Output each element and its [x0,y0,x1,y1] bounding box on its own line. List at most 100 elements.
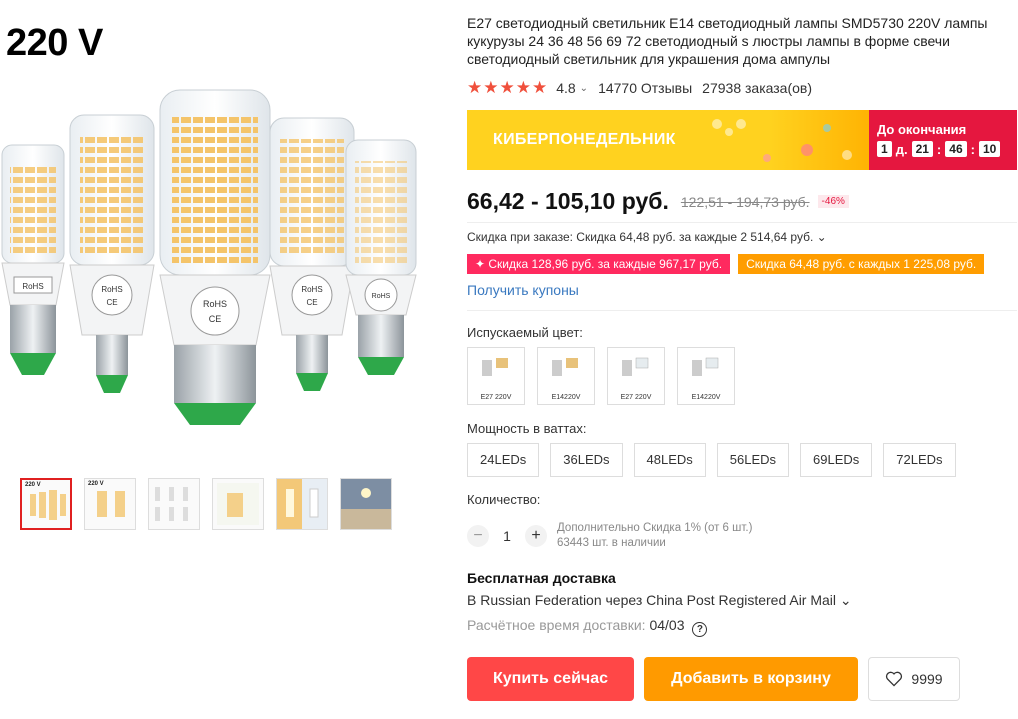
help-icon[interactable]: ? [692,622,708,637]
rating-value[interactable]: 4.8 [556,80,575,96]
countdown-timer: 1 д. 21 : 46 : 10 [877,141,1001,157]
color-option-2[interactable]: E14220V [537,347,595,405]
color-swatch-image [552,358,578,376]
bulb-e27-large: RoHS CE [159,89,271,425]
divider [467,222,1017,223]
main-image-voltage-label: 220 V [6,22,103,64]
order-discount-line[interactable]: Скидка при заказе: Скидка 64,48 руб. за … [467,230,827,244]
countdown-days: 1 [877,141,892,157]
quantity-minus-button[interactable]: − [467,525,489,547]
color-option-caption: E14220V [551,394,581,401]
buy-now-button[interactable]: Купить сейчас [467,657,634,701]
thumbnail-5[interactable] [276,478,328,530]
coupon-store[interactable]: ✦ Скидка 128,96 руб. за каждые 967,17 ру… [467,254,731,274]
color-option-caption: E27 220V [620,394,652,401]
stock-count: 63443 шт. в наличии [557,537,666,549]
wishlist-button[interactable]: 9999 [868,657,960,701]
chevron-down-icon[interactable]: ⌄ [580,83,588,94]
bulbs-illustration: RoHS RoHS CE RoHS CE RoHS CE RoHS [1,89,417,425]
delivery-time-label: Расчётное время доставки: [467,617,646,633]
banner-title: КИБЕРПОНЕДЕЛЬНИК [493,131,676,148]
main-product-image[interactable]: RoHS RoHS CE RoHS CE RoHS CE RoHS [0,15,440,435]
thumbnail-1[interactable]: 220 V [20,478,72,530]
countdown-days-unit: д. [895,141,908,157]
countdown-sep: : [970,141,975,157]
coupon-select[interactable]: Скидка 64,48 руб. с каждых 1 225,08 руб. [738,254,985,274]
countdown-sep: : [936,141,942,157]
thumbnail-image [97,491,125,517]
discount-badge: -46% [817,195,849,208]
get-coupons-link[interactable]: Получить купоны [467,282,579,298]
bulb-e14-medium: RoHS CE [69,114,155,393]
coupon-list: ✦ Скидка 128,96 руб. за каждые 967,17 ру… [467,254,985,274]
thumbnail-image [341,479,391,529]
thumbnail-3[interactable] [148,478,200,530]
svg-text:RoHS: RoHS [372,293,391,300]
bulb-e14-medium-right: RoHS CE [269,117,355,391]
quantity-plus-button[interactable]: + [525,525,547,547]
power-option-24[interactable]: 24LEDs [467,443,540,477]
thumbnail-image [155,487,188,521]
rating-stars-icon: ★★★★★ [467,78,549,97]
thumbnail-image [217,483,259,525]
quantity-stepper: − 1 + Дополнительно Скидка 1% (от 6 шт.)… [467,521,752,551]
power-option-72[interactable]: 72LEDs [883,443,956,477]
color-options: E27 220V E14220V E27 220V E14220V [467,347,735,405]
thumbnail-image [30,490,66,520]
rating-row: ★★★★★ 4.8 ⌄ 14770 Отзывы 27938 заказа(ов… [467,78,812,98]
orders-count: 27938 заказа(ов) [702,80,813,96]
shipping-method[interactable]: В Russian Federation через China Post Re… [467,592,852,609]
power-option-48[interactable]: 48LEDs [633,443,706,477]
color-option-caption: E14220V [691,394,721,401]
delivery-time: Расчётное время доставки: 04/03 ? [467,617,708,637]
thumbnail-strip: 220 V 220 V [20,478,392,530]
color-option-1[interactable]: E27 220V [467,347,525,405]
svg-text:RoHS: RoHS [22,282,43,291]
svg-text:CE: CE [209,314,222,324]
product-gallery: RoHS RoHS CE RoHS CE RoHS CE RoHS 220 V … [0,0,460,719]
countdown-minutes: 46 [945,141,967,157]
color-swatch-image [622,357,649,376]
color-option-3[interactable]: E27 220V [607,347,665,405]
color-swatch-image [692,357,719,376]
power-label: Мощность в ваттах: [467,421,587,436]
svg-text:RoHS: RoHS [301,285,322,294]
svg-text:CE: CE [306,298,317,307]
product-title: E27 светодиодный светильник E14 светодио… [467,15,988,67]
shipping-title: Бесплатная доставка [467,570,616,586]
heart-icon [886,671,903,687]
power-option-36[interactable]: 36LEDs [550,443,623,477]
color-option-4[interactable]: E14220V [677,347,735,405]
promo-banner[interactable]: КИБЕРПОНЕДЕЛЬНИК До окончания 1 д. 21 : … [467,110,1017,170]
power-option-69[interactable]: 69LEDs [800,443,873,477]
thumbnail-2[interactable]: 220 V [84,478,136,530]
delivery-time-value: 04/03 [649,617,685,633]
thumbnail-image [277,479,327,529]
price-row: 66,42 - 105,10 руб. 122,51 - 194,73 руб.… [467,188,849,215]
divider [467,310,1017,311]
countdown-hours: 21 [911,141,933,157]
old-price: 122,51 - 194,73 руб. [680,193,810,210]
svg-text:CE: CE [106,298,117,307]
thumbnail-4[interactable] [212,478,264,530]
power-option-56[interactable]: 56LEDs [716,443,789,477]
svg-text:RoHS: RoHS [203,299,227,309]
svg-text:RoHS: RoHS [101,285,122,294]
reviews-count[interactable]: 14770 Отзывы [598,80,692,96]
countdown-panel: До окончания 1 д. 21 : 46 : 10 [869,110,1017,170]
current-price: 66,42 - 105,10 руб. [467,188,669,214]
bulb-e27-small: RoHS [1,144,65,375]
quantity-value[interactable]: 1 [489,528,525,544]
bulb-e27-right: RoHS [345,139,417,375]
color-swatch-image [482,358,508,376]
color-label: Испускаемый цвет: [467,325,583,340]
add-to-cart-button[interactable]: Добавить в корзину [644,657,858,701]
countdown-seconds: 10 [978,141,1001,157]
wishlist-count: 9999 [911,671,943,687]
thumbnail-6[interactable] [340,478,392,530]
bulk-discount-note: Дополнительно Скидка 1% (от 6 шт.) [557,522,753,534]
countdown-label: До окончания [877,122,967,137]
quantity-label: Количество: [467,492,541,507]
quantity-info: Дополнительно Скидка 1% (от 6 шт.) 63443… [557,521,752,551]
color-option-caption: E27 220V [480,394,512,401]
